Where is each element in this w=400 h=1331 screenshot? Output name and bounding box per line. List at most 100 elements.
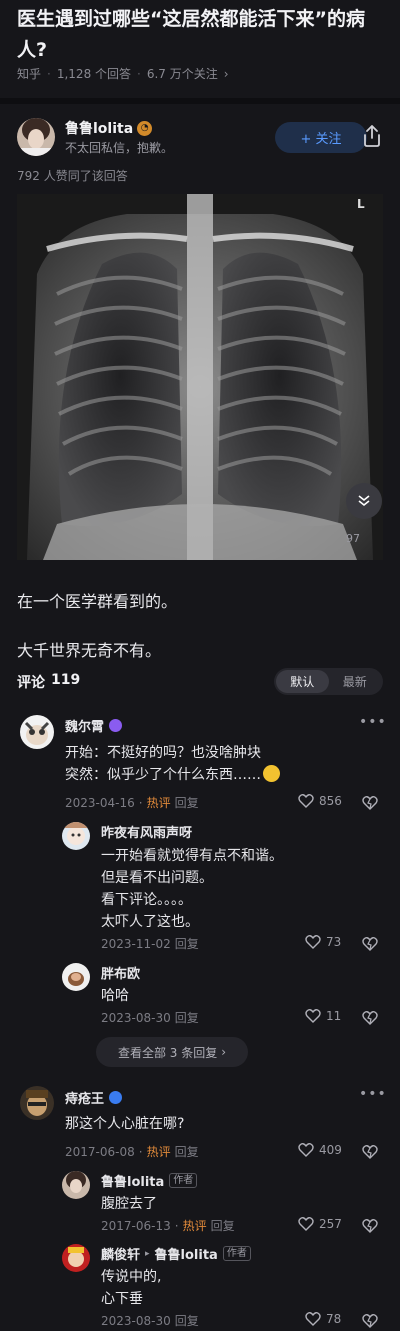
comment-line: 太吓人了这也。: [101, 914, 199, 930]
comment-line: 开始：不挺好的吗？也没啥肿块: [65, 745, 261, 761]
chevron-right-icon: ›: [221, 1045, 227, 1059]
comment-date: 2023-04-16: [65, 795, 135, 810]
like-button[interactable]: 409: [298, 1142, 342, 1157]
commenter-avatar[interactable]: [62, 963, 90, 991]
meta-separator: ·: [137, 66, 141, 81]
comment-line: 传说中的,: [101, 1269, 162, 1285]
dislike-icon[interactable]: [362, 1217, 378, 1233]
comment-line: 腹腔去了: [101, 1196, 157, 1212]
comment-line: 一开始看就觉得有点不和谐。: [101, 848, 283, 864]
expand-button[interactable]: [346, 483, 382, 519]
answer-paragraph: 大千世界无奇不有。: [17, 641, 162, 660]
commenter-avatar[interactable]: [20, 1086, 54, 1120]
comment-line: 那这个人心脏在哪?: [65, 1116, 185, 1132]
reply-link[interactable]: 回复: [175, 1312, 199, 1329]
question-title[interactable]: 医生遇到过哪些“这居然都能活下来”的病人?: [17, 4, 383, 66]
section-divider: [0, 98, 400, 104]
view-all-label: 查看全部 3 条回复: [117, 1045, 218, 1060]
chest-xray-image[interactable]: L: [17, 194, 383, 560]
commenter-avatar[interactable]: [62, 1171, 90, 1199]
follow-button[interactable]: + 关注: [275, 122, 367, 153]
verified-icon: [109, 719, 123, 732]
commenter-avatar[interactable]: [20, 715, 54, 749]
reply-link[interactable]: 回复: [211, 1217, 235, 1234]
commenter-name-row[interactable]: 痔疮王: [65, 1088, 123, 1107]
commenter-name: 魏尔霄: [65, 720, 105, 735]
heart-icon: [298, 794, 314, 808]
hot-badge: 热评: [146, 1145, 171, 1159]
likes-line: 792 人赞同了该回答: [17, 169, 128, 183]
heart-icon: [305, 1312, 321, 1326]
dislike-icon[interactable]: [362, 1143, 378, 1159]
like-count: 11: [326, 1008, 342, 1023]
comment-line: 突然：似乎少了个什么东西……: [65, 767, 261, 783]
view-all-replies-button[interactable]: 查看全部 3 条回复 ›: [96, 1037, 248, 1067]
reply-arrow-icon: ▸: [145, 1248, 150, 1259]
like-button[interactable]: 11: [305, 1008, 341, 1023]
comment-meta: 2017-06-08 · 热评 回复: [65, 1143, 199, 1160]
comment-meta: 2023-08-30 回复: [101, 1009, 199, 1026]
commenter-name-row[interactable]: 麟俊轩 ▸ 鲁鲁lolita 作者: [101, 1244, 251, 1263]
commenter-avatar[interactable]: [62, 1244, 90, 1272]
author-tag: 作者: [222, 1246, 251, 1261]
comment-date: 2017-06-13: [101, 1218, 171, 1233]
comment-line-row: 突然：似乎少了个什么东西……: [65, 764, 280, 786]
comment-date: 2023-08-30: [101, 1313, 171, 1328]
author-bar: 鲁鲁lolita ◔ 不太回私信，抱歉。 + 关注: [17, 118, 383, 158]
author-avatar[interactable]: [17, 118, 55, 156]
like-count: 73: [326, 934, 342, 949]
reply-link[interactable]: 回复: [175, 1009, 199, 1026]
comment-date: 2023-11-02: [101, 936, 171, 951]
source-label: 知乎: [17, 67, 42, 81]
share-icon[interactable]: [361, 124, 383, 148]
dislike-icon[interactable]: [362, 1009, 378, 1025]
commenter-name-row[interactable]: 鲁鲁lolita 作者: [101, 1171, 198, 1190]
comment-line: 看下评论。。。。: [101, 892, 192, 908]
like-button[interactable]: 78: [305, 1311, 341, 1326]
comment-meta: 2023-11-02 回复: [101, 935, 199, 952]
sort-default-tab[interactable]: 默认: [276, 670, 329, 693]
answer-count: 1,128 个回答: [56, 67, 132, 81]
like-count: 409: [319, 1142, 342, 1157]
answer-paragraph: 在一个医学群看到的。: [17, 592, 178, 611]
heart-icon: [298, 1143, 314, 1157]
comment-date: 2017-06-08: [65, 1144, 135, 1159]
like-button[interactable]: 257: [298, 1216, 342, 1231]
commenter-avatar[interactable]: [62, 822, 90, 850]
comments-header: 评论 119: [17, 672, 80, 692]
more-icon[interactable]: •••: [359, 714, 387, 730]
verified-icon: [109, 1091, 123, 1104]
comment-meta: 2017-06-13 · 热评 回复: [101, 1217, 235, 1234]
sort-latest-tab[interactable]: 最新: [329, 670, 382, 693]
xray-corner-mark: L: [357, 197, 365, 211]
like-count: 78: [326, 1311, 342, 1326]
comment-date: 2023-08-30: [101, 1010, 171, 1025]
commenter-name: 痔疮王: [65, 1092, 105, 1107]
commenter-name: 麟俊轩: [101, 1248, 141, 1263]
hot-badge: 热评: [146, 796, 171, 810]
like-count: 856: [319, 793, 342, 808]
comments-label: 评论: [17, 675, 45, 691]
question-meta[interactable]: 知乎 · 1,128 个回答 · 6.7 万个关注 ›: [17, 65, 229, 82]
author-name-row[interactable]: 鲁鲁lolita ◔: [65, 118, 153, 138]
meta-separator: ·: [47, 66, 51, 81]
like-button[interactable]: 73: [305, 934, 341, 949]
reply-link[interactable]: 回复: [175, 935, 199, 952]
commenter-name[interactable]: 昨夜有风雨声呀: [101, 822, 192, 841]
more-icon[interactable]: •••: [359, 1086, 387, 1102]
dislike-icon[interactable]: [362, 1312, 378, 1328]
commenter-name[interactable]: 胖布欧: [101, 963, 140, 982]
reply-to-name[interactable]: 鲁鲁lolita: [155, 1244, 218, 1263]
float-like-count: 97: [346, 532, 360, 545]
comment-line: 但是看不出问题。: [101, 870, 213, 886]
hot-badge: 热评: [182, 1219, 207, 1233]
dislike-icon[interactable]: [362, 935, 378, 951]
comment-meta: 2023-04-16 · 热评 回复: [65, 794, 199, 811]
commenter-name-row[interactable]: 魏尔霄: [65, 716, 123, 735]
like-button[interactable]: 856: [298, 793, 342, 808]
dislike-icon[interactable]: [362, 794, 378, 810]
author-subtitle: 不太回私信，抱歉。: [65, 141, 174, 155]
heart-icon: [305, 935, 321, 949]
reply-link[interactable]: 回复: [175, 1143, 199, 1160]
reply-link[interactable]: 回复: [175, 794, 199, 811]
